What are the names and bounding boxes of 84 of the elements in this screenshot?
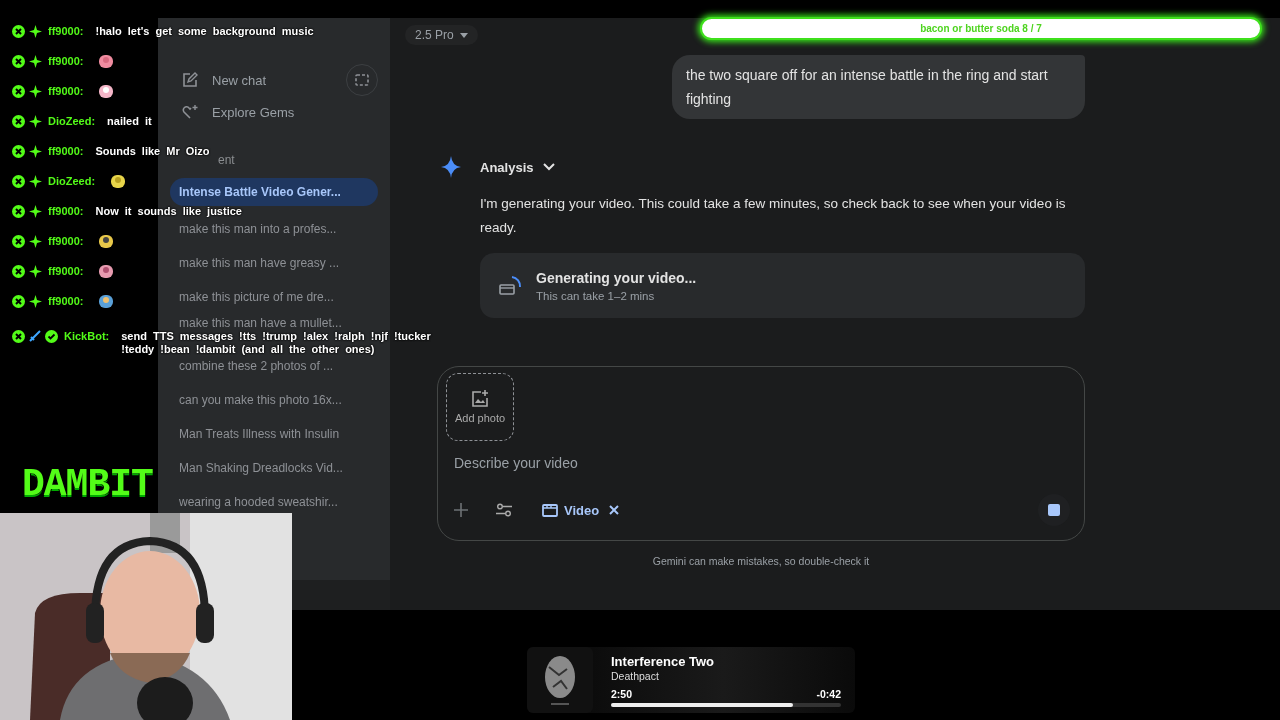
diamond-icon: [29, 54, 42, 68]
elapsed-time: 2:50: [611, 687, 632, 700]
track-title: Interference Two: [611, 653, 716, 669]
stop-icon: [1048, 504, 1060, 516]
chat-history-item[interactable]: Intense Battle Video Gener...: [170, 178, 378, 206]
clapperboard-icon: [498, 274, 522, 297]
x-badge-icon: [12, 54, 25, 68]
chat-history-item[interactable]: can you make this photo 16x...: [170, 392, 342, 408]
track-artist: Deathpact: [611, 669, 660, 682]
diamond-icon: [29, 294, 42, 308]
prompt-input[interactable]: Describe your video: [454, 455, 854, 471]
chat-username: ff9000:: [48, 204, 84, 218]
sparkle-icon: [441, 156, 461, 178]
x-badge-icon: [12, 144, 25, 158]
close-icon: [609, 505, 620, 515]
chat-username: DioZeed:: [48, 174, 96, 188]
dashed-square-icon: [355, 74, 369, 86]
sword-icon: [29, 330, 41, 342]
chat-history-item[interactable]: make this man have greasy ...: [170, 255, 340, 271]
explore-gems-button[interactable]: Explore Gems: [170, 96, 378, 128]
user-message: the two square off for an intense battle in the ring and start fighting: [672, 55, 1085, 119]
x-badge-icon: [12, 204, 25, 218]
chat-history-item[interactable]: make this man have a mullet...: [170, 315, 342, 331]
chat-username: ff9000:: [48, 24, 84, 38]
diamond-icon: [29, 174, 42, 188]
x-badge-icon: [12, 234, 25, 248]
x-badge-icon: [12, 24, 25, 38]
model-selector[interactable]: 2.5 Pro: [405, 25, 478, 45]
edit-icon: [182, 72, 198, 88]
chat-message: !halo let's get some background music: [95, 24, 314, 38]
chat-history-item[interactable]: combine these 2 photos of ...: [170, 358, 334, 374]
tools-button[interactable]: [496, 503, 512, 517]
plus-icon: [454, 503, 468, 517]
response-title: Analysis: [480, 159, 534, 175]
x-badge-icon: [12, 84, 25, 98]
new-chat-button[interactable]: New chat: [170, 64, 267, 96]
sliders-icon: [496, 503, 512, 517]
response-text: I'm generating your video. This could take a few minutes, so check back to see when your video is ready.: [480, 195, 1067, 237]
x-badge-icon: [12, 294, 25, 308]
chat-username: ff9000:: [48, 84, 84, 98]
disclaimer-text: Gemini can make mistakes, so double-check it: [651, 555, 871, 567]
add-button[interactable]: [454, 503, 468, 517]
status-title: Generating your video...: [536, 269, 697, 286]
chat-message: Sounds like Mr Oizo: [95, 144, 210, 158]
image-plus-icon: [471, 390, 489, 408]
diamond-icon: [29, 234, 42, 248]
diamond-icon: [29, 264, 42, 278]
diamond-icon: [29, 144, 42, 158]
remaining-time: -0:42: [816, 687, 841, 700]
chevron-down-icon[interactable]: [543, 163, 556, 171]
goal-banner: bacon or butter soda 8 / 7: [700, 17, 1262, 40]
stop-button[interactable]: [1038, 494, 1070, 526]
x-badge-icon: [12, 174, 25, 188]
x-badge-icon: [12, 264, 25, 278]
caret-icon: [459, 32, 468, 38]
diamond-icon: [29, 84, 42, 98]
chat-history-item[interactable]: wearing a hooded sweatshir...: [170, 494, 338, 510]
x-badge-icon: [12, 330, 25, 343]
channel-logo: DAMBIT: [22, 466, 153, 504]
chat-message: send TTS messages !tts !trump !alex !ralph !njf !tucker !teddy !bean !dambit (and all the other ones): [121, 330, 432, 356]
chat-message: nailed it: [107, 114, 152, 128]
chat-history-item[interactable]: Man Treats Illness with Insulin: [170, 426, 340, 442]
chat-username: ff9000:: [48, 54, 84, 68]
chat-history-item[interactable]: make this man into a profes...: [170, 221, 337, 237]
chat-username: KickBot:: [64, 330, 110, 343]
diamond-icon: [29, 24, 42, 38]
chat-username: DioZeed:: [48, 114, 96, 128]
x-badge-icon: [12, 114, 25, 128]
status-subtitle: This can take 1–2 mins: [536, 289, 656, 302]
diamond-icon: [29, 114, 42, 128]
chat-history-item[interactable]: make this picture of me dre...: [170, 289, 334, 305]
chat-username: ff9000:: [48, 294, 84, 308]
chat-username: ff9000:: [48, 264, 84, 278]
check-badge-icon: [45, 330, 58, 343]
chat-username: ff9000:: [48, 144, 84, 158]
chat-history-item[interactable]: Man Shaking Dreadlocks Vid...: [170, 460, 343, 476]
chat-username: ff9000:: [48, 234, 84, 248]
chat-message: Now it sounds like justice: [95, 204, 242, 218]
diamond-icon: [29, 204, 42, 218]
remove-chip-button[interactable]: [609, 505, 620, 515]
add-photo-button[interactable]: Add photo: [446, 373, 514, 441]
clapperboard-icon: [542, 503, 558, 517]
video-chip[interactable]: Video: [542, 502, 600, 518]
section-heading: ent: [218, 153, 236, 169]
